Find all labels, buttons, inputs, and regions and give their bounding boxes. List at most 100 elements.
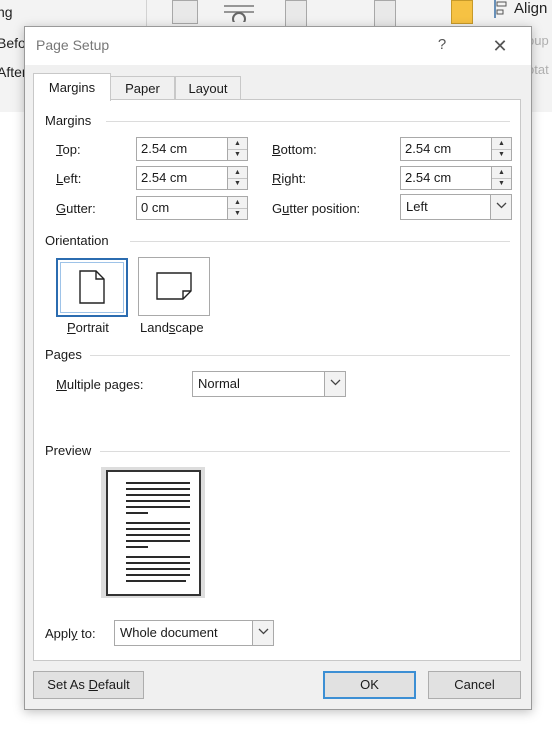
portrait-page-icon [79, 270, 105, 304]
gutter-hotkey: G [56, 201, 67, 216]
ok-button[interactable]: OK [323, 671, 416, 699]
spin-down-icon[interactable]: ▼ [492, 149, 511, 160]
spin-down-icon[interactable]: ▼ [492, 178, 511, 189]
help-button[interactable]: ? [431, 33, 453, 57]
preview-page [106, 470, 201, 596]
tab-margins[interactable]: Margins [33, 73, 111, 101]
portrait-hotkey: P [67, 320, 76, 335]
bottom-spin-arrows[interactable]: ▲ ▼ [491, 138, 511, 160]
right-spin-arrows[interactable]: ▲ ▼ [491, 167, 511, 189]
multiple-pages-value[interactable]: Normal [198, 376, 240, 391]
pages-divider [90, 355, 510, 356]
multiple-pages-label: Multiple pages: [56, 377, 143, 392]
landscape-button[interactable] [138, 257, 210, 316]
preview-text-line [126, 488, 190, 490]
spin-down-icon[interactable]: ▼ [228, 178, 247, 189]
landscape-label: Landscape [140, 320, 204, 335]
landscape-label-post: cape [175, 320, 204, 335]
multiple-pages-hotkey: M [56, 377, 67, 392]
margins-panel: Margins Top: 2.54 cm ▲ ▼ Bottom: 2.54 cm … [33, 99, 521, 661]
apply-to-value[interactable]: Whole document [120, 625, 218, 640]
dialog-titlebar[interactable]: Page Setup ? ✕ [25, 27, 531, 65]
set-as-default-button[interactable]: Set As Default [33, 671, 144, 699]
portrait-label: Portrait [67, 320, 109, 335]
multiple-pages-label-rest: ultiple pages: [66, 377, 144, 392]
cancel-button[interactable]: Cancel [428, 671, 521, 699]
top-label-rest: op: [62, 142, 81, 157]
close-button[interactable]: ✕ [487, 33, 513, 59]
set-default-hotkey: D [88, 677, 98, 692]
bottom-hotkey: B [272, 142, 281, 157]
preview-group-label: Preview [45, 443, 92, 458]
ribbon-item-before[interactable]: Befo [0, 35, 26, 51]
wrap-text-icon[interactable] [222, 0, 256, 26]
landscape-page-icon [156, 272, 192, 300]
align-icon [493, 0, 507, 18]
gutter-position-post: tter position: [289, 201, 361, 216]
set-default-post: efault [97, 677, 130, 692]
multiple-pages-select[interactable]: Normal [192, 371, 346, 397]
apply-to-label: Apply to: [45, 626, 96, 641]
set-default-pre: Set As [47, 677, 89, 692]
gutter-label: Gutter: [56, 201, 96, 216]
gutter-spinner[interactable]: 0 cm ▲ ▼ [136, 196, 248, 220]
right-margin-value[interactable]: 2.54 cm [405, 170, 451, 185]
gutter-position-select[interactable]: Left [400, 194, 512, 220]
bottom-label: Bottom: [272, 142, 317, 157]
bottom-margin-spinner[interactable]: 2.54 cm ▲ ▼ [400, 137, 512, 161]
tab-layout[interactable]: Layout [175, 76, 241, 100]
preview-divider [100, 451, 510, 452]
gutter-position-label: Gutter position: [272, 201, 360, 216]
preview-text-line [126, 528, 190, 530]
page-setup-dialog: Page Setup ? ✕ Margins Paper Layout Marg… [24, 26, 532, 710]
chevron-down-icon[interactable] [490, 195, 511, 219]
apply-to-pre: Appl [45, 626, 72, 641]
apply-to-select[interactable]: Whole document [114, 620, 274, 646]
margins-divider [106, 121, 510, 122]
tab-paper[interactable]: Paper [110, 76, 175, 100]
gutter-position-pre: G [272, 201, 283, 216]
preview-text-line [126, 540, 190, 542]
gutter-position-value[interactable]: Left [406, 199, 428, 214]
top-label: Top: [56, 142, 81, 157]
right-margin-spinner[interactable]: 2.54 cm ▲ ▼ [400, 166, 512, 190]
preview-text-line [126, 522, 190, 524]
page-preview [101, 467, 205, 598]
preview-text-line [126, 562, 190, 564]
picture-icon[interactable] [172, 0, 198, 24]
preview-text-line [126, 534, 190, 536]
chevron-down-icon[interactable] [252, 621, 273, 645]
top-margin-value[interactable]: 2.54 cm [141, 141, 187, 156]
right-label-rest: ight: [281, 171, 306, 186]
spin-down-icon[interactable]: ▼ [228, 149, 247, 160]
preview-text-line [126, 568, 190, 570]
ribbon-item-after[interactable]: After [0, 64, 27, 80]
right-hotkey: R [272, 171, 282, 186]
preview-text-line [126, 574, 190, 576]
preview-text-line [126, 506, 190, 508]
portrait-label-rest: ortrait [75, 320, 109, 335]
gutter-label-rest: utter: [66, 201, 96, 216]
gutter-spin-arrows[interactable]: ▲ ▼ [227, 197, 247, 219]
bring-forward-icon[interactable] [285, 0, 307, 28]
preview-text-line [126, 512, 148, 514]
gutter-value[interactable]: 0 cm [141, 200, 169, 215]
spin-down-icon[interactable]: ▼ [228, 208, 247, 219]
apply-to-post: to: [77, 626, 96, 641]
left-spin-arrows[interactable]: ▲ ▼ [227, 167, 247, 189]
send-backward-icon[interactable] [374, 0, 396, 28]
preview-text-line [126, 580, 186, 582]
top-margin-spinner[interactable]: 2.54 cm ▲ ▼ [136, 137, 248, 161]
bottom-margin-value[interactable]: 2.54 cm [405, 141, 451, 156]
selection-pane-icon[interactable] [451, 0, 473, 24]
portrait-button[interactable] [56, 258, 128, 317]
pages-group-label: Pages [45, 347, 82, 362]
preview-text-line [126, 546, 148, 548]
left-margin-value[interactable]: 2.54 cm [141, 170, 187, 185]
left-margin-spinner[interactable]: 2.54 cm ▲ ▼ [136, 166, 248, 190]
chevron-down-icon[interactable] [324, 372, 345, 396]
align-button[interactable]: Align [514, 0, 547, 17]
preview-text-line [126, 494, 190, 496]
ribbon-item-spacing[interactable]: ng [0, 4, 13, 20]
top-spin-arrows[interactable]: ▲ ▼ [227, 138, 247, 160]
